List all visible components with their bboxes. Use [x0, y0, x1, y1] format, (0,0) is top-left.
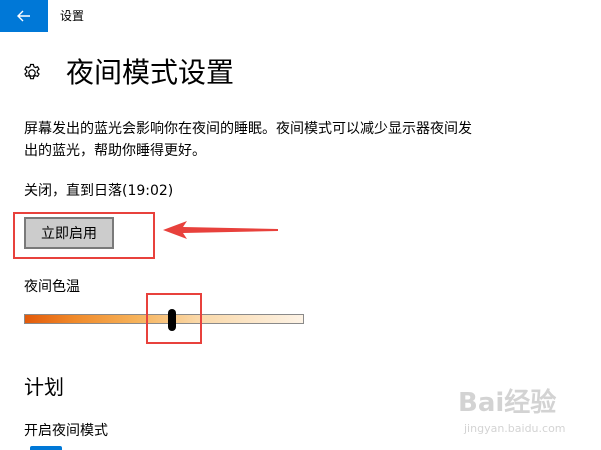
watermark-url: jingyan.baidu.com: [464, 422, 566, 435]
schedule-toggle-label: 开启夜间模式: [24, 423, 108, 439]
night-light-status: 关闭，直到日落(19:02): [24, 183, 174, 199]
annotation-box-slider: [146, 293, 202, 344]
annotation-arrow-icon: [163, 221, 278, 239]
gear-icon: [24, 63, 40, 80]
page-title: 夜间模式设置: [66, 56, 235, 89]
watermark-logo: Bai经验: [458, 388, 557, 418]
color-temperature-label: 夜间色温: [24, 279, 80, 295]
annotation-box-button: [13, 212, 155, 259]
baidu-jingyan-watermark: Bai经验 jingyan.baidu.com: [458, 388, 596, 440]
description-text: 屏幕发出的蓝光会影响你在夜间的睡眠。夜间模式可以减少显示器夜间发出的蓝光，帮助你…: [24, 121, 472, 159]
title-bar: 设置: [0, 0, 601, 32]
schedule-heading: 计划: [24, 375, 64, 399]
app-title: 设置: [60, 9, 85, 23]
schedule-toggle[interactable]: [30, 446, 62, 450]
back-button[interactable]: [0, 0, 48, 32]
back-arrow-icon: [17, 10, 30, 22]
